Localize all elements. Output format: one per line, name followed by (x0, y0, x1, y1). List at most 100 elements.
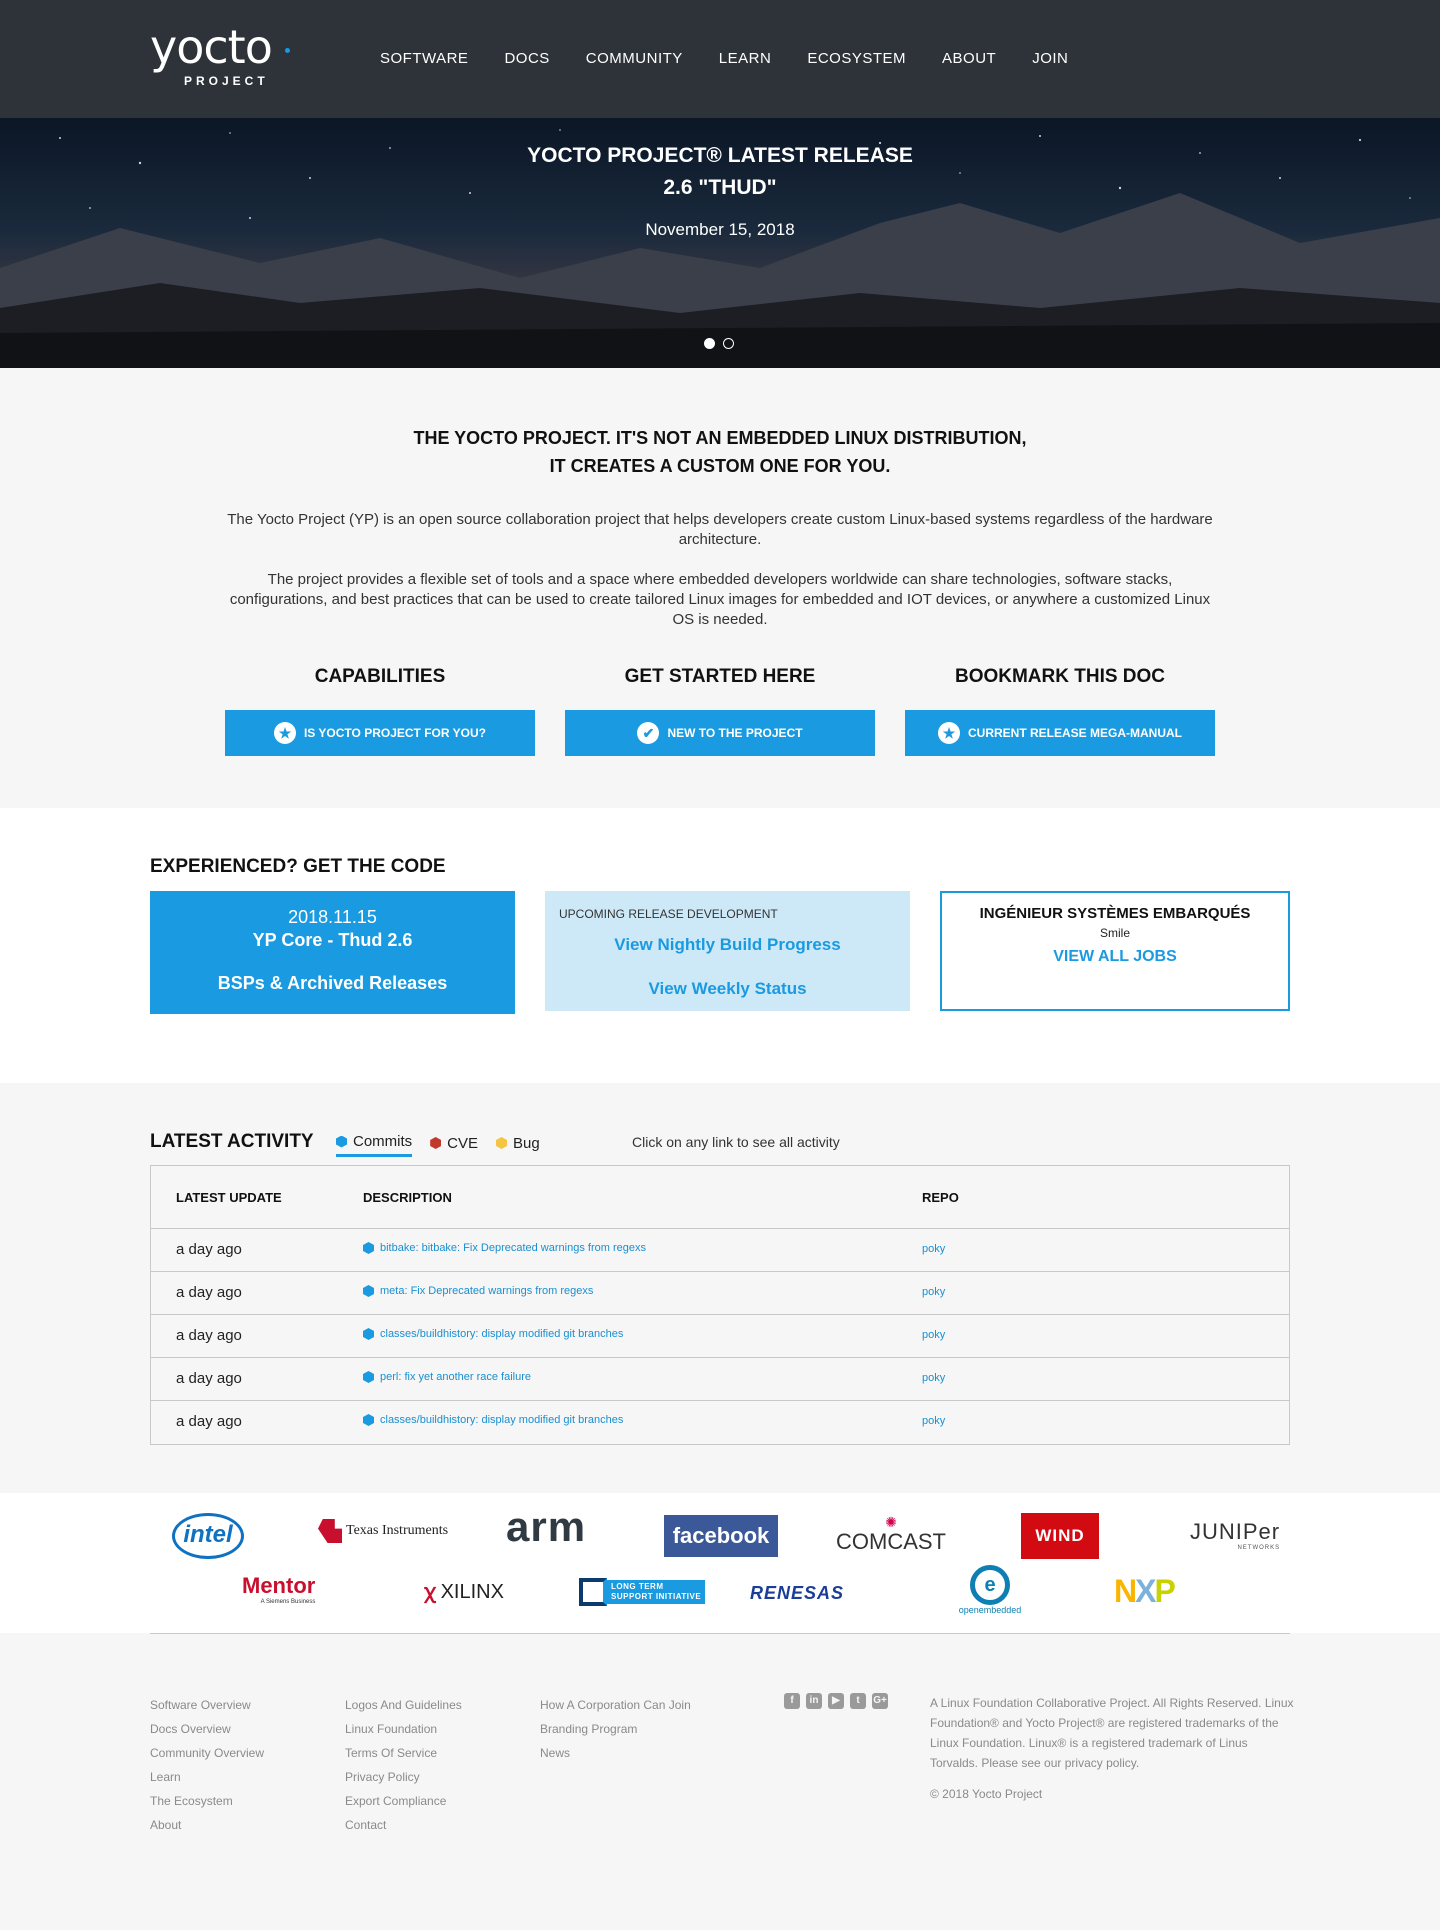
nav-docs[interactable]: DOCS (504, 50, 549, 67)
cta-button-label: IS YOCTO PROJECT FOR YOU? (303, 726, 487, 740)
upcoming-release-box: UPCOMING RELEASE DEVELOPMENT View Nightl… (545, 891, 910, 1011)
row-repo-link[interactable]: poky (922, 1329, 945, 1341)
footer-link-corporation-join[interactable]: How A Corporation Can Join (540, 1693, 691, 1717)
nxp-logo[interactable]: NXP (1114, 1573, 1176, 1610)
nav-community[interactable]: COMMUNITY (586, 50, 683, 67)
nav-about[interactable]: ABOUT (942, 50, 996, 67)
nav-learn[interactable]: LEARN (719, 50, 772, 67)
tab-commits[interactable]: Commits (336, 1133, 413, 1157)
weekly-status-link[interactable]: View Weekly Status (545, 979, 910, 999)
twitter-icon[interactable]: t (850, 1693, 866, 1709)
copyright: © 2018 Yocto Project (930, 1787, 1043, 1801)
row-description: classes/buildhistory: display modified g… (380, 1414, 624, 1426)
facebook-logo[interactable]: facebook (664, 1515, 778, 1557)
ti-state-icon (318, 1519, 342, 1543)
arm-logo[interactable]: arm (506, 1503, 586, 1551)
footer-link-news[interactable]: News (540, 1741, 691, 1765)
main-nav: SOFTWARE DOCS COMMUNITY LEARN ECOSYSTEM … (380, 50, 1104, 67)
latest-activity-section: LATEST ACTIVITY Commits CVE Bug Click on… (0, 1083, 1440, 1493)
nav-ecosystem[interactable]: ECOSYSTEM (807, 50, 906, 67)
footer-divider (150, 1633, 1290, 1634)
job-title[interactable]: INGÉNIEUR SYSTÈMES EMBARQUÉS (942, 905, 1288, 922)
footer-link-software-overview[interactable]: Software Overview (150, 1693, 264, 1717)
mentor-logo[interactable]: Mentor A Siemens Business (242, 1573, 315, 1605)
comcast-logo[interactable]: ✺ COMCAST (836, 1515, 946, 1555)
star-badge-icon: ★ (938, 722, 960, 744)
juniper-logo[interactable]: JUNIPer NETWORKS (1190, 1519, 1280, 1551)
xilinx-name: XILINX (440, 1581, 504, 1603)
latest-release-box[interactable]: 2018.11.15 YP Core - Thud 2.6 BSPs & Arc… (150, 891, 515, 1014)
tab-bug[interactable]: Bug (496, 1133, 540, 1157)
nightly-build-link[interactable]: View Nightly Build Progress (545, 935, 910, 955)
texas-instruments-logo[interactable]: Texas Instruments (318, 1519, 448, 1543)
footer-link-ecosystem[interactable]: The Ecosystem (150, 1789, 264, 1813)
intel-logo[interactable]: intel (172, 1513, 244, 1559)
row-repo-link[interactable]: poky (922, 1415, 945, 1427)
renesas-logo[interactable]: RENESAS (750, 1583, 844, 1604)
row-time: a day ago (176, 1327, 242, 1344)
intro-heading: THE YOCTO PROJECT. IT'S NOT AN EMBEDDED … (0, 424, 1440, 480)
cta-button-label: CURRENT RELEASE MEGA-MANUAL (968, 726, 1182, 740)
footer-column-1: Software Overview Docs Overview Communit… (150, 1693, 264, 1837)
column-header-description: DESCRIPTION (363, 1190, 452, 1205)
row-description-link[interactable]: classes/buildhistory: display modified g… (363, 1414, 623, 1426)
mentor-name: Mentor (242, 1573, 316, 1598)
row-description-link[interactable]: meta: Fix Deprecated warnings from regex… (363, 1285, 593, 1297)
row-description-link[interactable]: classes/buildhistory: display modified g… (363, 1328, 623, 1340)
bsp-archived-link[interactable]: BSPs & Archived Releases (150, 973, 515, 994)
table-row: a day ago perl: fix yet another race fai… (151, 1357, 1289, 1400)
nav-join[interactable]: JOIN (1032, 50, 1068, 67)
google-plus-icon[interactable]: G+ (872, 1693, 888, 1709)
linkedin-icon[interactable]: in (806, 1693, 822, 1709)
footer-link-terms[interactable]: Terms Of Service (345, 1741, 462, 1765)
row-time: a day ago (176, 1370, 242, 1387)
site-header: yocto PROJECT SOFTWARE DOCS COMMUNITY LE… (0, 0, 1440, 118)
table-row: a day ago classes/buildhistory: display … (151, 1314, 1289, 1357)
lts-logo[interactable]: LONG TERM SUPPORT INITIATIVE (579, 1578, 706, 1606)
footer-link-community-overview[interactable]: Community Overview (150, 1741, 264, 1765)
footer-link-linux-foundation[interactable]: Linux Foundation (345, 1717, 462, 1741)
yocto-logo[interactable]: yocto PROJECT (150, 24, 290, 88)
activity-tabs: Commits CVE Bug (336, 1133, 540, 1157)
row-repo-link[interactable]: poky (922, 1372, 945, 1384)
xilinx-logo[interactable]: ꭓ XILINX (424, 1577, 504, 1604)
new-to-project-button[interactable]: ✔ NEW TO THE PROJECT (565, 710, 875, 756)
footer-link-logos[interactable]: Logos And Guidelines (345, 1693, 462, 1717)
footer-link-about[interactable]: About (150, 1813, 264, 1837)
release-name: YP Core - Thud 2.6 (252, 930, 413, 950)
footer-link-docs-overview[interactable]: Docs Overview (150, 1717, 264, 1741)
footer-link-export[interactable]: Export Compliance (345, 1789, 462, 1813)
nav-software[interactable]: SOFTWARE (380, 50, 468, 67)
cta-title: BOOKMARK THIS DOC (954, 666, 1166, 687)
row-description-link[interactable]: bitbake: bitbake: Fix Deprecated warning… (363, 1242, 646, 1254)
ti-name: Texas Instruments (346, 1523, 449, 1538)
commit-hex-icon (363, 1328, 374, 1340)
view-all-jobs-link[interactable]: VIEW ALL JOBS (942, 948, 1288, 966)
carousel-dot-1[interactable] (704, 338, 715, 349)
row-description-link[interactable]: perl: fix yet another race failure (363, 1371, 531, 1383)
row-time: a day ago (176, 1284, 242, 1301)
openembedded-icon: e (970, 1565, 1010, 1605)
footer-link-branding[interactable]: Branding Program (540, 1717, 691, 1741)
carousel-dot-2[interactable] (723, 338, 734, 349)
cta-title: GET STARTED HERE (624, 666, 816, 687)
wind-logo[interactable]: WIND (1021, 1513, 1099, 1559)
facebook-icon[interactable]: f (784, 1693, 800, 1709)
is-yocto-for-you-button[interactable]: ★ IS YOCTO PROJECT FOR YOU? (225, 710, 535, 756)
intro-paragraph-2: The project provides a flexible set of t… (229, 571, 1211, 628)
upcoming-label: UPCOMING RELEASE DEVELOPMENT (559, 907, 778, 921)
tab-cve[interactable]: CVE (430, 1133, 478, 1157)
footer-column-3: How A Corporation Can Join Branding Prog… (540, 1693, 691, 1765)
column-header-latest-update: LATEST UPDATE (176, 1190, 282, 1205)
mega-manual-button[interactable]: ★ CURRENT RELEASE MEGA-MANUAL (905, 710, 1215, 756)
row-description: perl: fix yet another race failure (380, 1371, 532, 1383)
footer-link-learn[interactable]: Learn (150, 1765, 264, 1789)
row-repo-link[interactable]: poky (922, 1243, 945, 1255)
row-repo-link[interactable]: poky (922, 1286, 945, 1298)
footer-link-privacy[interactable]: Privacy Policy (345, 1765, 462, 1789)
youtube-icon[interactable]: ▶ (828, 1693, 844, 1709)
openembedded-logo[interactable]: e openembedded (955, 1565, 1025, 1615)
footer-link-contact[interactable]: Contact (345, 1813, 462, 1837)
row-description: bitbake: bitbake: Fix Deprecated warning… (380, 1242, 646, 1254)
comcast-name: COMCAST (836, 1529, 946, 1554)
